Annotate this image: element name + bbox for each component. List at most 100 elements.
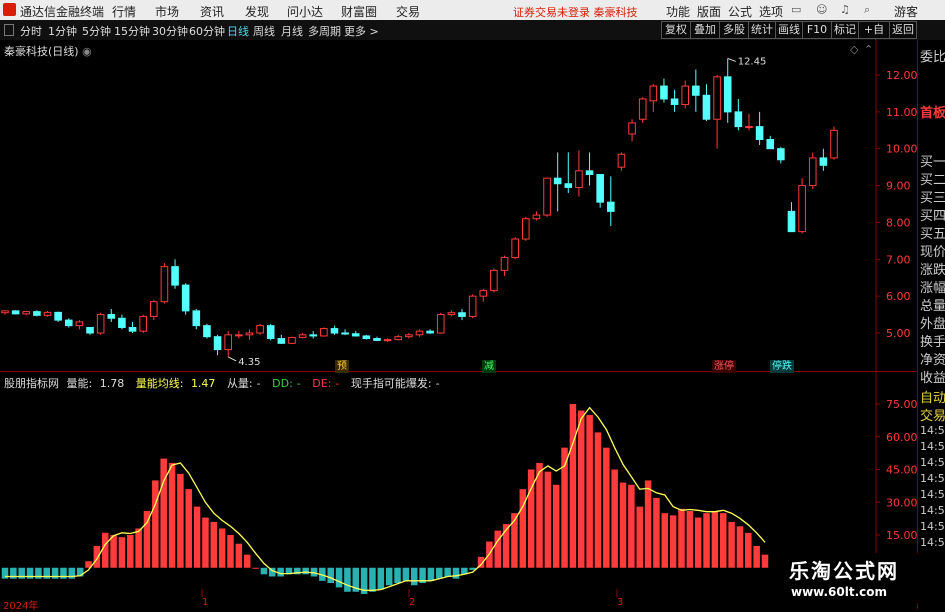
candle-down — [33, 311, 41, 316]
period-5min[interactable]: 5分钟 — [82, 23, 111, 39]
indicator-title: 股朋指标网 量能: 1.78 量能均线: 1.47 从量: - DD: - DE: -… — [4, 375, 448, 391]
candle-up — [447, 312, 456, 316]
menu-gongneng[interactable]: 功能 — [666, 3, 690, 20]
candle-up — [830, 129, 838, 159]
menu-zixun[interactable]: 资讯 — [200, 3, 224, 20]
indicator-bar-up — [653, 497, 660, 568]
chevron-down-icon[interactable]: ◉ — [82, 45, 92, 58]
tool-back[interactable]: 返回 — [889, 21, 917, 39]
menu-wenxiaoda[interactable]: 问小达 — [287, 3, 323, 20]
period-more[interactable]: 更多 > — [344, 23, 379, 39]
minimize-icon[interactable]: ▭ — [791, 3, 801, 16]
high-price-label: 12.45 — [738, 56, 767, 67]
indicator-tick-label: 45.00 — [886, 464, 917, 477]
candle-up — [320, 328, 328, 337]
candle-down — [128, 326, 137, 332]
period-multi[interactable]: 多周期 — [308, 23, 341, 39]
candle-down — [330, 328, 339, 334]
indicator-tick-label: 30.00 — [886, 496, 917, 509]
indicator-bar-up — [619, 482, 627, 568]
period-daily[interactable]: 日线 — [227, 23, 249, 39]
menu-jiaoyi[interactable]: 交易 — [396, 3, 420, 20]
signal-limit-stop: 停跌 — [770, 360, 794, 373]
quote-shouban: 首板 — [920, 106, 945, 121]
candle-up — [713, 76, 721, 120]
period-60min[interactable]: 60分钟 — [189, 23, 225, 39]
candle-up — [43, 311, 52, 316]
tool-tongji[interactable]: 统计 — [748, 21, 776, 39]
period-fenshi[interactable]: 分时 — [20, 23, 42, 39]
candle-up — [383, 339, 392, 342]
menu-caifuquan[interactable]: 财富圈 — [341, 3, 377, 20]
price-tick-label: 6.00 — [886, 290, 911, 303]
indicator-bar-up — [118, 537, 126, 568]
candle-down — [553, 177, 562, 185]
candle-down — [351, 333, 360, 337]
chart-expand-icon: ⌃ — [864, 43, 873, 56]
tool-huaxian[interactable]: 画线 — [775, 21, 803, 39]
indicator-bar-up — [494, 530, 502, 568]
liangneng-value: 1.78 — [99, 377, 125, 390]
trade-time: 14:56 — [920, 536, 945, 549]
candle-down — [692, 85, 700, 96]
candle-down — [86, 326, 94, 334]
candle-down — [755, 126, 764, 140]
price-tick-label: 7.00 — [886, 253, 911, 266]
period-15min[interactable]: 15分钟 — [114, 23, 150, 39]
candle-down — [607, 201, 615, 212]
indicator-bar-up — [636, 506, 643, 568]
period-monthly[interactable]: 月线 — [281, 23, 303, 39]
guest-label[interactable]: 游客 — [894, 3, 918, 20]
tool-duogu[interactable]: 多股 — [719, 21, 749, 39]
indicator-name[interactable]: 股朋指标网 — [4, 377, 59, 390]
tool-biaoji[interactable]: 标记 — [831, 21, 859, 39]
period-1min[interactable]: 1分钟 — [48, 23, 77, 39]
login-warning[interactable]: 证券交易未登录 秦豪科技 — [513, 4, 638, 20]
candle-down — [585, 170, 594, 176]
quote-buy1: 买一 — [920, 155, 945, 170]
watermark: 乐淘公式网 www.60lt.com — [775, 553, 925, 603]
candle-down — [118, 317, 126, 328]
menu-xuanxiang[interactable]: 选项 — [759, 3, 783, 20]
tool-add-watchlist[interactable]: +自选 — [858, 21, 890, 52]
chart-background — [0, 40, 917, 372]
skin-icon[interactable]: ☺ — [816, 3, 827, 16]
quote-auto[interactable]: 自动 — [920, 387, 945, 406]
tool-f10[interactable]: F10 — [802, 21, 832, 39]
candle-up — [479, 290, 488, 297]
trade-time: 14:56 — [920, 520, 945, 533]
candle-up — [415, 330, 424, 336]
candle-up — [405, 334, 413, 338]
collapse-icon[interactable] — [4, 24, 14, 36]
indicator-bar-up — [227, 535, 234, 568]
candle-up — [22, 311, 31, 315]
candle-up — [160, 266, 169, 303]
candle-up — [245, 332, 254, 336]
candle-down — [596, 174, 604, 203]
search-icon[interactable]: ⌕ — [864, 3, 870, 17]
menu-shichang[interactable]: 市场 — [155, 3, 179, 20]
candle-up — [468, 295, 477, 317]
quote-buy3: 买三 — [920, 191, 945, 206]
indicator-bar-up — [594, 432, 602, 568]
indicator-bar-up — [611, 469, 618, 568]
menu-hangqing[interactable]: 行情 — [112, 3, 136, 20]
candlestick-chart[interactable]: 12.00 11.00 10.00 9.00 8.00 7.00 6.00 5.00 12.45… — [0, 40, 917, 372]
indicator-bar-up — [703, 513, 710, 568]
menu-gongshi[interactable]: 公式 — [728, 3, 752, 20]
period-weekly[interactable]: 周线 — [253, 23, 275, 39]
indicator-bar-up — [669, 515, 677, 568]
indicator-bar-down — [344, 567, 351, 592]
period-30min[interactable]: 30分钟 — [152, 23, 188, 39]
tool-fuquan[interactable]: 复权 — [661, 21, 691, 39]
indicator-bar-up — [603, 447, 610, 568]
bell-icon[interactable]: ♫ — [840, 3, 850, 16]
candle-up — [681, 85, 689, 105]
candle-up — [532, 214, 541, 220]
app-title: 通达信金融终端 — [20, 5, 105, 19]
tool-diejia[interactable]: 叠加 — [690, 21, 720, 39]
menu-banmian[interactable]: 版面 — [697, 3, 721, 20]
menu-faxian[interactable]: 发现 — [245, 3, 269, 20]
indicator-bar-up — [193, 506, 201, 568]
candle-down — [819, 157, 828, 166]
